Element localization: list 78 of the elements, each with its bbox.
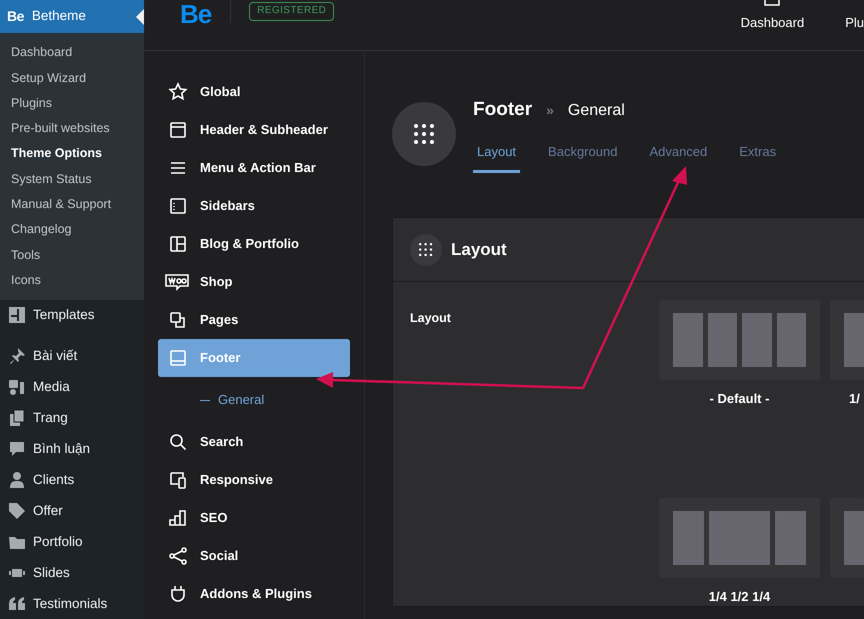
options-menu-item[interactable]: Pages: [200, 310, 238, 330]
menu-item-label: Slides: [33, 564, 70, 582]
header-layout-icon: [168, 120, 188, 140]
column-layout-drawing[interactable]: [830, 300, 864, 380]
submenu-item[interactable]: Theme Options: [0, 141, 144, 166]
menu-item-label: Trang: [33, 409, 68, 428]
menu-item-label: Offer: [33, 502, 63, 520]
layout-caption: 1/4 1/2 1/4: [708, 588, 772, 606]
sidebar-layout-icon: [168, 196, 188, 216]
submenu-item[interactable]: Plugins: [0, 90, 144, 116]
tab[interactable]: Layout: [473, 136, 520, 173]
field-label: Layout: [410, 310, 452, 327]
submenu-item[interactable]: Manual & Support: [0, 192, 144, 218]
nav-link[interactable]: Dashboard: [740, 13, 804, 32]
search-icon: [168, 432, 188, 452]
options-menu-item[interactable]: Search: [200, 432, 244, 452]
submenu-link[interactable]: General: [218, 390, 264, 410]
options-menu-item[interactable]: Social: [200, 546, 238, 566]
tab[interactable]: Advanced: [645, 136, 712, 173]
menu-item-label: Clients: [33, 471, 74, 490]
woo-icon: [164, 272, 190, 292]
pages-icon: [8, 409, 26, 428]
menu-item-label: Bình luận: [33, 440, 90, 458]
pages-icon: [168, 310, 188, 330]
dot-grid-icon: [419, 242, 433, 256]
menu-item-label: Media: [33, 378, 70, 396]
options-menu-item[interactable]: Sidebars: [200, 196, 255, 216]
options-menu-item[interactable]: Shop: [200, 272, 232, 292]
footer-layout-icon: [168, 348, 188, 368]
menu-header-label: Betheme: [32, 7, 86, 26]
submenu-item[interactable]: Pre-built websites: [0, 116, 144, 142]
grid-icon: [8, 306, 26, 324]
menu-item-label: Portfolio: [33, 533, 83, 552]
submenu-item[interactable]: Dashboard: [0, 40, 144, 66]
options-menu-item[interactable]: Blog & Portfolio: [200, 234, 299, 254]
menu-item-label: Templates: [33, 306, 95, 324]
pin-icon: [8, 347, 26, 366]
layout-caption: - Default -: [708, 390, 770, 408]
share-icon: [168, 546, 188, 566]
submenu-item[interactable]: System Status: [0, 166, 144, 192]
layout-caption: 1/: [848, 390, 861, 408]
card-title: Layout: [451, 238, 507, 261]
submenu-item[interactable]: Tools: [0, 242, 144, 268]
grid-layout-icon: [168, 234, 188, 254]
breadcrumb-item: General: [568, 101, 625, 121]
nav-link[interactable]: Plu: [845, 13, 864, 32]
options-menu-item[interactable]: SEO: [200, 508, 228, 528]
plug-icon: [168, 584, 188, 604]
logo[interactable]: Be: [180, 1, 212, 27]
person-icon: [8, 471, 26, 490]
column-layout-drawing[interactable]: [830, 498, 864, 578]
options-menu-item[interactable]: Header & Subheader: [200, 120, 328, 140]
bar-chart-icon: [168, 508, 188, 528]
column-layout-drawing[interactable]: [659, 498, 820, 578]
submenu-item[interactable]: Setup Wizard: [0, 65, 144, 91]
options-menu-item[interactable]: Menu & Action Bar: [200, 158, 316, 178]
submenu-item[interactable]: Icons: [0, 268, 144, 293]
star-icon: [168, 82, 188, 102]
options-menu-item[interactable]: Addons & Plugins: [200, 584, 312, 604]
dot-grid-icon: [414, 124, 434, 144]
menu-item-label: Bài viết: [33, 347, 78, 366]
devices-icon: [168, 470, 188, 490]
comment-icon: [8, 440, 26, 458]
tag-icon: [8, 502, 26, 520]
menu-item-label: Testimonials: [33, 595, 108, 614]
media-icon: [8, 378, 26, 396]
tab[interactable]: Extras: [735, 136, 780, 173]
tab[interactable]: Background: [544, 136, 622, 173]
options-menu-item[interactable]: Responsive: [200, 470, 273, 490]
options-menu-item[interactable]: Global: [200, 82, 240, 102]
dashboard-icon: [764, 0, 780, 6]
registered-badge: REGISTERED: [249, 2, 334, 21]
page-title: Footer: [473, 98, 532, 122]
menu-header[interactable]: Be Betheme: [0, 0, 144, 33]
submenu-item[interactable]: Changelog: [0, 217, 144, 242]
column-layout-drawing[interactable]: [659, 300, 820, 380]
breadcrumb-separator: »: [546, 101, 554, 120]
logo: Be: [7, 7, 24, 26]
